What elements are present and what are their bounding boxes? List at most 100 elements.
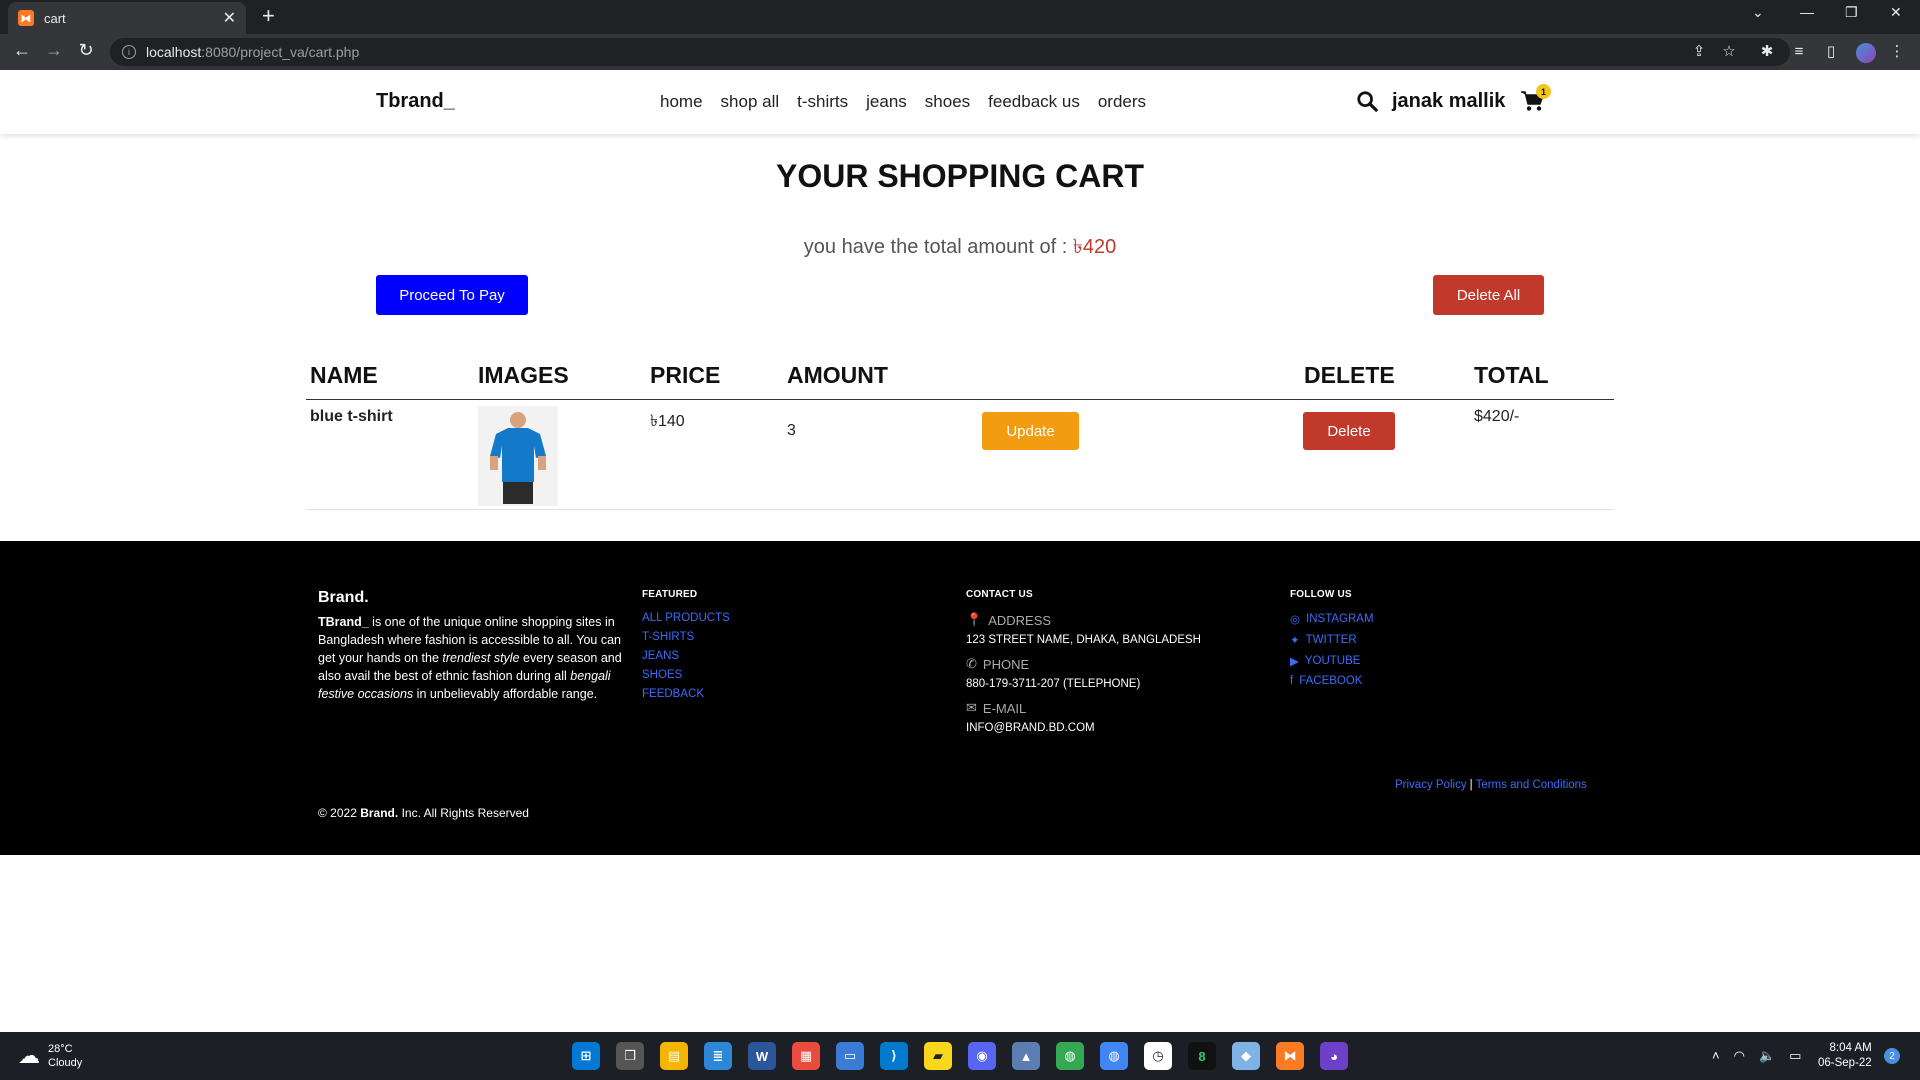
search-icon[interactable] xyxy=(1356,90,1378,112)
social-facebook[interactable]: f FACEBOOK xyxy=(1290,675,1374,687)
back-icon[interactable]: ← xyxy=(10,40,34,61)
main-menu: home shop all t-shirts jeans shoes feedb… xyxy=(660,92,1146,112)
close-window-icon[interactable]: ✕ xyxy=(1890,4,1902,21)
map-pin-icon: 📍 xyxy=(966,612,983,627)
weather-widget[interactable]: ☁ 28°C Cloudy xyxy=(18,1042,82,1070)
nav-shoes[interactable]: shoes xyxy=(925,92,970,112)
chrome-alt-icon[interactable]: ◍ xyxy=(1100,1042,1128,1070)
notepad-icon[interactable]: ≣ xyxy=(704,1042,732,1070)
weather-condition: Cloudy xyxy=(48,1057,83,1069)
item-amount: 3 xyxy=(787,422,796,439)
chrome-icon[interactable]: ◍ xyxy=(1056,1042,1084,1070)
notification-badge[interactable]: 2 xyxy=(1884,1048,1900,1064)
nav-jeans[interactable]: jeans xyxy=(866,92,907,112)
word-icon[interactable]: W xyxy=(748,1042,776,1070)
twitter-icon: ✦ xyxy=(1290,635,1300,647)
cart-table: NAME IMAGES PRICE AMOUNT DELETE TOTAL bl… xyxy=(306,356,1614,510)
bookmark-star-icon[interactable]: ☆ xyxy=(1720,43,1738,61)
volume-icon[interactable]: 🔈 xyxy=(1759,1048,1775,1064)
store-icon[interactable]: ▦ xyxy=(792,1042,820,1070)
nav-shop-all[interactable]: shop all xyxy=(721,92,780,112)
reload-icon[interactable]: ↻ xyxy=(74,40,98,61)
header-price: PRICE xyxy=(650,362,721,388)
site-navbar: Tbrand_ home shop all t-shirts jeans sho… xyxy=(0,70,1920,134)
clock-time: 8:04 AM xyxy=(1829,1042,1872,1054)
tab-close-icon[interactable]: ✕ xyxy=(223,8,236,28)
footer-featured: FEATURED ALL PRODUCTS T-SHIRTS JEANS SHO… xyxy=(642,589,730,707)
github-icon[interactable]: ◕ xyxy=(1320,1042,1348,1070)
cloud-icon: ☁ xyxy=(18,1043,40,1068)
nav-home[interactable]: home xyxy=(660,92,703,112)
item-total: $420/- xyxy=(1474,408,1520,425)
social-youtube[interactable]: ▶ YOUTUBE xyxy=(1290,654,1374,668)
new-tab-icon[interactable]: + xyxy=(262,5,275,27)
restore-icon[interactable]: ❐ xyxy=(1845,4,1858,21)
footer-about-text: TBrand_ is one of the unique online shop… xyxy=(318,615,622,701)
virtualbox-icon[interactable]: ◆ xyxy=(1232,1042,1260,1070)
battery-icon[interactable]: ▭ xyxy=(1789,1048,1801,1064)
menu-kebab-icon[interactable]: ⋮ xyxy=(1888,43,1906,61)
terms-link[interactable]: Terms and Conditions xyxy=(1476,779,1587,791)
profile-avatar[interactable] xyxy=(1856,43,1876,63)
header-images: IMAGES xyxy=(478,362,569,388)
side-panel-icon[interactable]: ▯ xyxy=(1822,43,1840,61)
site-info-icon[interactable]: i xyxy=(122,45,136,59)
footer-link-t-shirts[interactable]: T-SHIRTS xyxy=(642,631,730,643)
footer-link-all-products[interactable]: ALL PRODUCTS xyxy=(642,612,730,624)
site-footer: Brand. TBrand_ is one of the unique onli… xyxy=(0,541,1920,855)
share-icon[interactable]: ⇪ xyxy=(1690,43,1708,61)
social-twitter[interactable]: ✦ TWITTER xyxy=(1290,633,1374,647)
nav-orders[interactable]: orders xyxy=(1098,92,1146,112)
header-name: NAME xyxy=(310,362,378,388)
xampp-favicon-icon: ⧓ xyxy=(18,10,34,26)
total-amount: ৳420 xyxy=(1072,236,1117,258)
address-label: 📍 ADDRESS xyxy=(966,612,1052,628)
vscode-icon[interactable]: ⟩ xyxy=(880,1042,908,1070)
file-explorer-icon[interactable]: ▤ xyxy=(660,1042,688,1070)
remote-desktop-icon[interactable]: ▭ xyxy=(836,1042,864,1070)
extensions-icon[interactable]: ✱ xyxy=(1758,43,1776,61)
update-button[interactable]: Update xyxy=(982,412,1079,450)
footer-link-feedback[interactable]: FEEDBACK xyxy=(642,688,730,700)
chevron-up-icon[interactable]: ˄ xyxy=(1712,1048,1720,1064)
reading-list-icon[interactable]: ≡ xyxy=(1790,43,1808,61)
delete-button[interactable]: Delete xyxy=(1303,412,1395,450)
system-clock[interactable]: 8:04 AM 06-Sep-22 xyxy=(1818,1041,1872,1071)
site-brand[interactable]: Tbrand_ xyxy=(376,90,455,113)
browser-toolbar: ← → ↻ i localhost:8080/project_va/cart.p… xyxy=(0,34,1920,70)
sticky-notes-icon[interactable]: ▰ xyxy=(924,1042,952,1070)
proceed-to-pay-button[interactable]: Proceed To Pay xyxy=(376,275,528,315)
footer-about: Brand. TBrand_ is one of the unique onli… xyxy=(318,589,630,703)
discord-icon[interactable]: ◉ xyxy=(968,1042,996,1070)
windows-start-icon[interactable]: ⊞ xyxy=(572,1042,600,1070)
browser-tab-strip: ⧓ cart ✕ + ⌄ — ❐ ✕ xyxy=(0,0,1920,34)
tab-search-icon[interactable]: ⌄ xyxy=(1752,4,1764,21)
footer-link-jeans[interactable]: JEANS xyxy=(642,650,730,662)
product-image xyxy=(478,406,558,506)
url-text: localhost:8080/project_va/cart.php xyxy=(146,44,360,60)
task-view-icon[interactable]: ❐ xyxy=(616,1042,644,1070)
contact-heading: CONTACT US xyxy=(966,589,1033,600)
weather-temp: 28°C xyxy=(48,1043,73,1055)
delete-all-button[interactable]: Delete All xyxy=(1433,275,1544,315)
photos-icon[interactable]: ▲ xyxy=(1012,1042,1040,1070)
nav-t-shirts[interactable]: t-shirts xyxy=(797,92,848,112)
browser-tab[interactable]: ⧓ cart ✕ xyxy=(8,2,246,34)
facebook-icon: f xyxy=(1290,675,1294,687)
featured-heading: FEATURED xyxy=(642,589,698,600)
nav-feedback[interactable]: feedback us xyxy=(988,92,1080,112)
phone-label: ✆ PHONE xyxy=(966,656,1030,672)
forward-icon[interactable]: → xyxy=(42,40,66,61)
footer-link-shoes[interactable]: SHOES xyxy=(642,669,730,681)
user-name[interactable]: janak mallik xyxy=(1392,90,1505,113)
counter-app-icon[interactable]: 8 xyxy=(1188,1042,1216,1070)
item-name: blue t-shirt xyxy=(310,408,393,425)
xampp-icon[interactable]: ⧓ xyxy=(1276,1042,1304,1070)
clock-app-icon[interactable]: ◷ xyxy=(1144,1042,1172,1070)
cart-total-summary: you have the total amount of : ৳420 xyxy=(0,232,1920,265)
address-bar[interactable]: i localhost:8080/project_va/cart.php xyxy=(110,38,1790,66)
wifi-icon[interactable]: ◠ xyxy=(1734,1048,1745,1064)
social-instagram[interactable]: ◎ INSTAGRAM xyxy=(1290,612,1374,626)
privacy-policy-link[interactable]: Privacy Policy xyxy=(1395,779,1467,791)
minimize-icon[interactable]: — xyxy=(1800,4,1814,20)
